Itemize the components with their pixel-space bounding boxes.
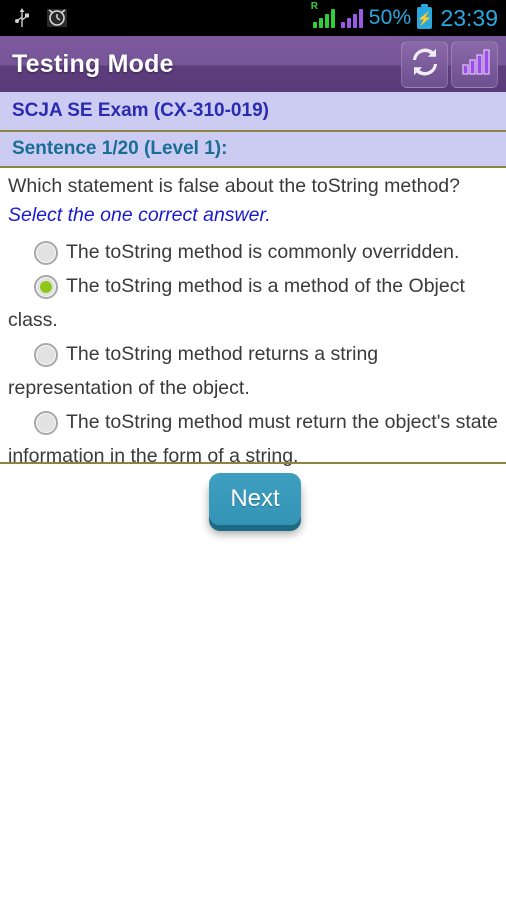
app-title: Testing Mode [12,49,174,78]
status-bar-left-icons [14,7,68,29]
answer-option-3-label: The toString method returns a string rep… [8,343,379,399]
next-button[interactable]: Next [209,473,301,525]
signal-strength-roaming-icon: R [311,1,335,28]
footer-actions: Next [0,473,506,525]
refresh-icon [410,47,440,82]
battery-percent-label: 50% [368,6,412,29]
answer-option-2-label: The toString method is a method of the O… [8,275,465,331]
sentence-progress-label: Sentence 1/20 (Level 1): [12,138,228,159]
exam-title-band: SCJA SE Exam (CX-310-019) [0,92,506,130]
question-text: Which statement is false about the toStr… [8,175,460,197]
usb-icon [14,7,30,29]
answer-option-1-label: The toString method is commonly overridd… [66,241,460,263]
refresh-button[interactable] [401,40,448,88]
status-bar-right-icons: R 50% ⚡ 23:39 [311,1,498,32]
question-area: Which statement is false about the toStr… [0,172,506,473]
question-hint: Select the one correct answer. [8,204,271,226]
divider-middle [0,166,506,168]
sentence-progress-band: Sentence 1/20 (Level 1): [0,132,506,166]
action-bar-buttons [401,40,498,88]
answer-option-2[interactable]: The toString method is a method of the O… [8,269,498,337]
radio-button-4[interactable] [34,411,58,435]
signal-strength-icon [340,8,363,28]
exam-title: SCJA SE Exam (CX-310-019) [12,100,269,121]
action-bar: Testing Mode [0,36,506,92]
bar-chart-icon [460,47,490,82]
radio-button-1[interactable] [34,241,58,265]
screen: R 50% ⚡ 23:39 Testing Mode SCJA SE Exam … [0,0,506,900]
radio-button-2[interactable] [34,275,58,299]
divider-bottom [0,462,506,464]
answer-option-1[interactable]: The toString method is commonly overridd… [8,235,498,269]
status-bar: R 50% ⚡ 23:39 [0,0,506,36]
answer-options: The toString method is commonly overridd… [8,235,498,473]
clock-label: 23:39 [440,4,498,31]
answer-option-3[interactable]: The toString method returns a string rep… [8,337,498,405]
battery-charging-icon: ⚡ [417,4,433,29]
alarm-clock-icon [46,7,68,29]
statistics-button[interactable] [451,40,498,88]
roaming-label: R [310,1,319,12]
answer-option-4-label: The toString method must return the obje… [8,411,498,467]
radio-button-3[interactable] [34,343,58,367]
